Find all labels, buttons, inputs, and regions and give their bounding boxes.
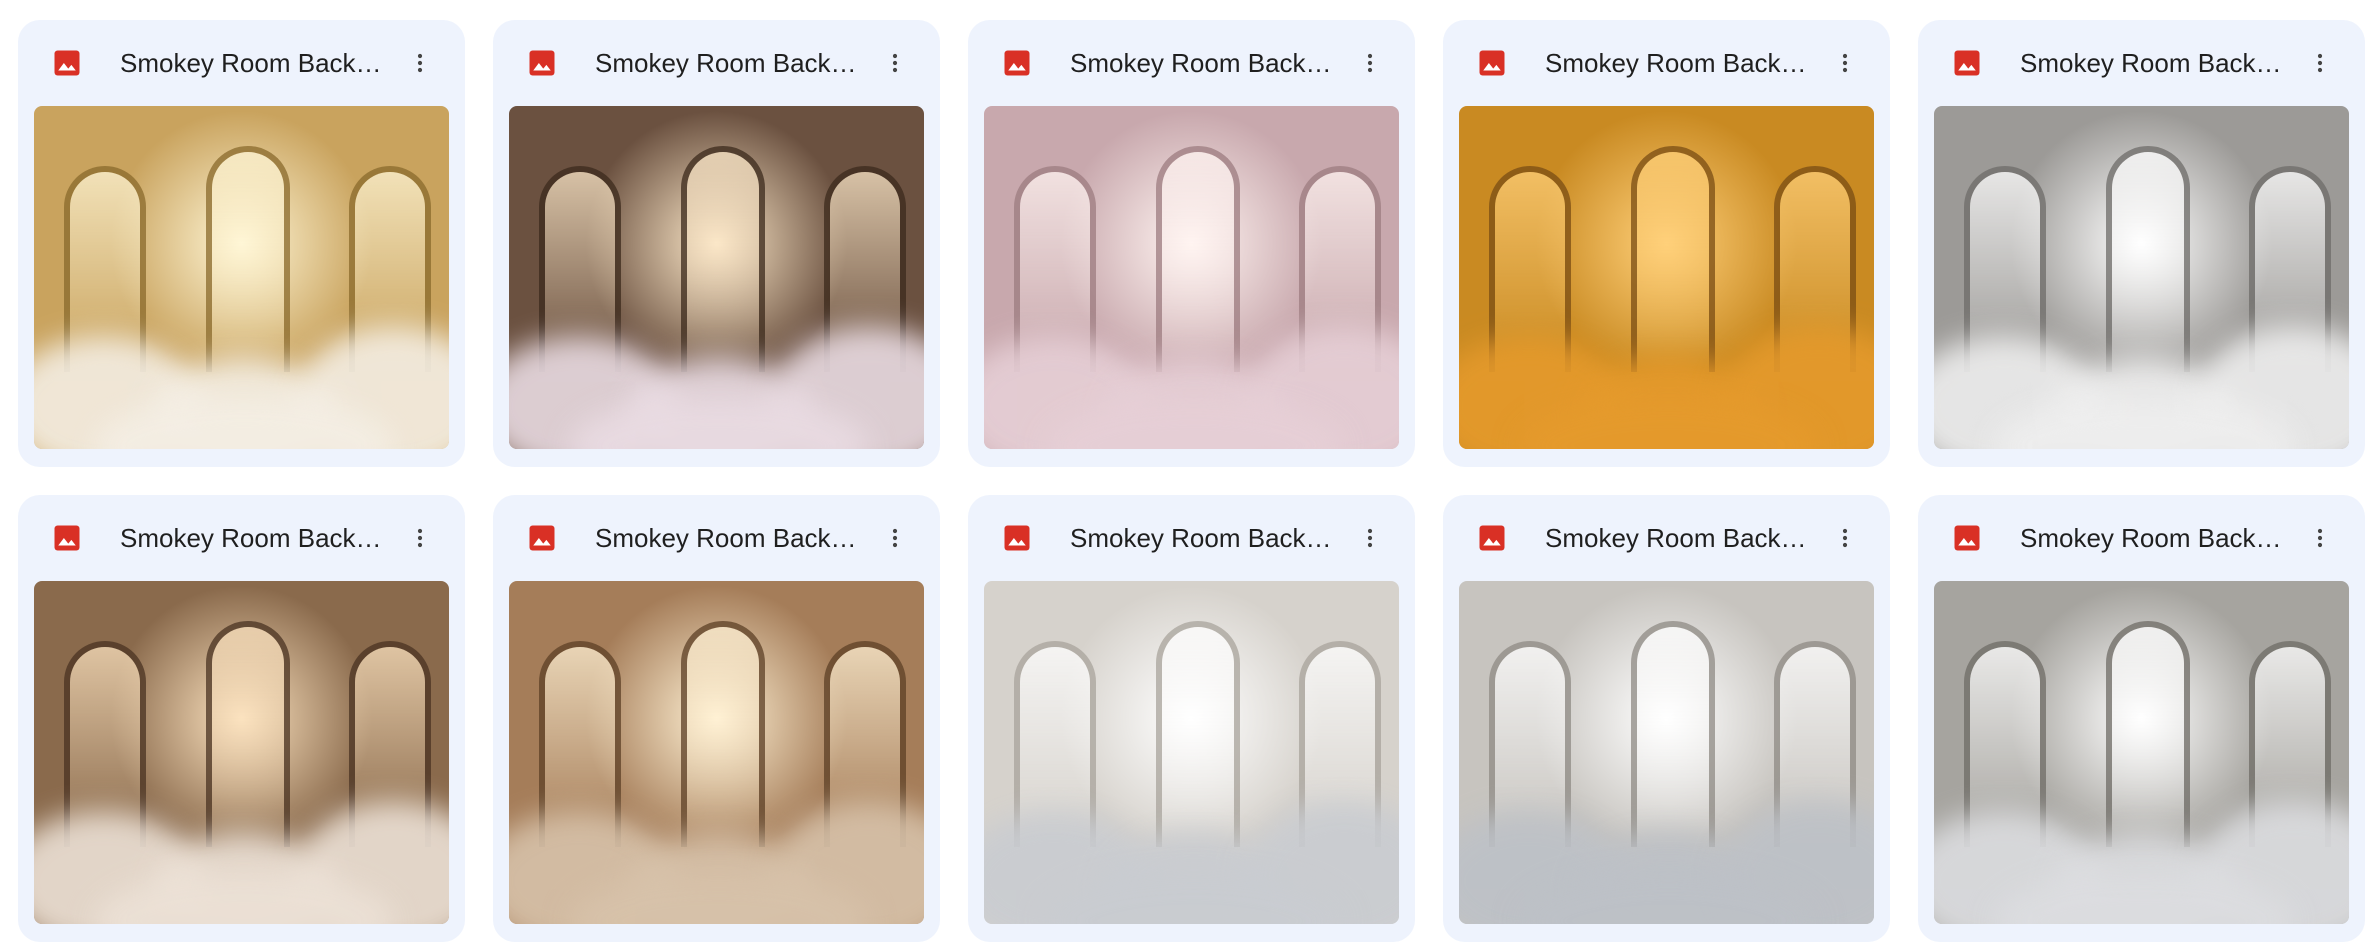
- more-vert-icon: [417, 53, 423, 73]
- file-card-header: Smokey Room Backdrop: [968, 20, 1415, 106]
- file-card-header: Smokey Room Backdrop: [493, 20, 940, 106]
- window-arch: [681, 621, 765, 847]
- image-file-icon: [54, 525, 80, 551]
- more-vert-icon: [1842, 528, 1848, 548]
- file-name: Smokey Room Backdrop: [120, 48, 390, 78]
- file-card-header: Smokey Room Backdrop: [1918, 20, 2365, 106]
- window-arch: [1631, 146, 1715, 372]
- more-actions-button[interactable]: [2298, 41, 2342, 85]
- more-vert-icon: [2317, 53, 2323, 73]
- image-thumbnail[interactable]: [1459, 581, 1874, 924]
- file-card[interactable]: Smokey Room Backdrop: [1918, 495, 2365, 942]
- more-vert-icon: [2317, 528, 2323, 548]
- image-thumbnail[interactable]: [509, 581, 924, 924]
- image-thumbnail[interactable]: [509, 106, 924, 449]
- image-thumbnail[interactable]: [1934, 581, 2349, 924]
- window-arch: [206, 146, 290, 372]
- more-actions-button[interactable]: [1348, 516, 1392, 560]
- file-card-header: Smokey Room Backdrop: [1443, 20, 1890, 106]
- file-card[interactable]: Smokey Room Backdrop: [18, 20, 465, 467]
- file-card-header: Smokey Room Backdrop: [493, 495, 940, 581]
- more-vert-icon: [1367, 528, 1373, 548]
- image-thumbnail[interactable]: [1934, 106, 2349, 449]
- image-thumbnail[interactable]: [1459, 106, 1874, 449]
- file-name: Smokey Room Backdrop: [1545, 48, 1815, 78]
- more-actions-button[interactable]: [873, 41, 917, 85]
- window-arch: [1156, 146, 1240, 372]
- image-file-icon: [1479, 525, 1505, 551]
- image-thumbnail[interactable]: [34, 106, 449, 449]
- more-actions-button[interactable]: [398, 41, 442, 85]
- more-vert-icon: [1842, 53, 1848, 73]
- file-card[interactable]: Smokey Room Backdrop: [968, 495, 1415, 942]
- file-card[interactable]: Smokey Room Backdrop: [18, 495, 465, 942]
- file-card[interactable]: Smokey Room Backdrop: [968, 20, 1415, 467]
- window-arch: [2106, 146, 2190, 372]
- more-vert-icon: [1367, 53, 1373, 73]
- file-card-header: Smokey Room Backdrop: [1443, 495, 1890, 581]
- image-file-icon: [1954, 50, 1980, 76]
- image-thumbnail[interactable]: [984, 581, 1399, 924]
- image-file-icon: [1004, 50, 1030, 76]
- more-actions-button[interactable]: [873, 516, 917, 560]
- image-file-icon: [1954, 525, 1980, 551]
- image-thumbnail[interactable]: [984, 106, 1399, 449]
- file-card-header: Smokey Room Backdrop: [1918, 495, 2365, 581]
- file-name: Smokey Room Backdrop: [1070, 523, 1340, 553]
- file-name: Smokey Room Backdrop: [120, 523, 390, 553]
- file-card-header: Smokey Room Backdrop: [18, 495, 465, 581]
- window-arch: [1156, 621, 1240, 847]
- window-arch: [2106, 621, 2190, 847]
- file-grid: Smokey Room Backdrop Smokey Room Backdro…: [18, 20, 2365, 942]
- file-card-header: Smokey Room Backdrop: [968, 495, 1415, 581]
- file-card-header: Smokey Room Backdrop: [18, 20, 465, 106]
- more-actions-button[interactable]: [1348, 41, 1392, 85]
- more-actions-button[interactable]: [398, 516, 442, 560]
- file-name: Smokey Room Backdrop: [595, 48, 865, 78]
- file-card[interactable]: Smokey Room Backdrop: [493, 495, 940, 942]
- more-vert-icon: [892, 53, 898, 73]
- file-card[interactable]: Smokey Room Backdrop: [493, 20, 940, 467]
- window-arch: [206, 621, 290, 847]
- more-vert-icon: [417, 528, 423, 548]
- more-actions-button[interactable]: [1823, 516, 1867, 560]
- file-name: Smokey Room Backdrop: [595, 523, 865, 553]
- image-file-icon: [54, 50, 80, 76]
- window-arch: [1631, 621, 1715, 847]
- more-vert-icon: [892, 528, 898, 548]
- more-actions-button[interactable]: [1823, 41, 1867, 85]
- image-file-icon: [1004, 525, 1030, 551]
- file-card[interactable]: Smokey Room Backdrop: [1443, 495, 1890, 942]
- file-name: Smokey Room Backdrop: [1545, 523, 1815, 553]
- file-name: Smokey Room Backdrop: [1070, 48, 1340, 78]
- image-file-icon: [529, 525, 555, 551]
- image-file-icon: [1479, 50, 1505, 76]
- file-name: Smokey Room Backdrop: [2020, 48, 2290, 78]
- more-actions-button[interactable]: [2298, 516, 2342, 560]
- image-thumbnail[interactable]: [34, 581, 449, 924]
- file-name: Smokey Room Backdrop: [2020, 523, 2290, 553]
- image-file-icon: [529, 50, 555, 76]
- window-arch: [681, 146, 765, 372]
- file-card[interactable]: Smokey Room Backdrop: [1918, 20, 2365, 467]
- file-card[interactable]: Smokey Room Backdrop: [1443, 20, 1890, 467]
